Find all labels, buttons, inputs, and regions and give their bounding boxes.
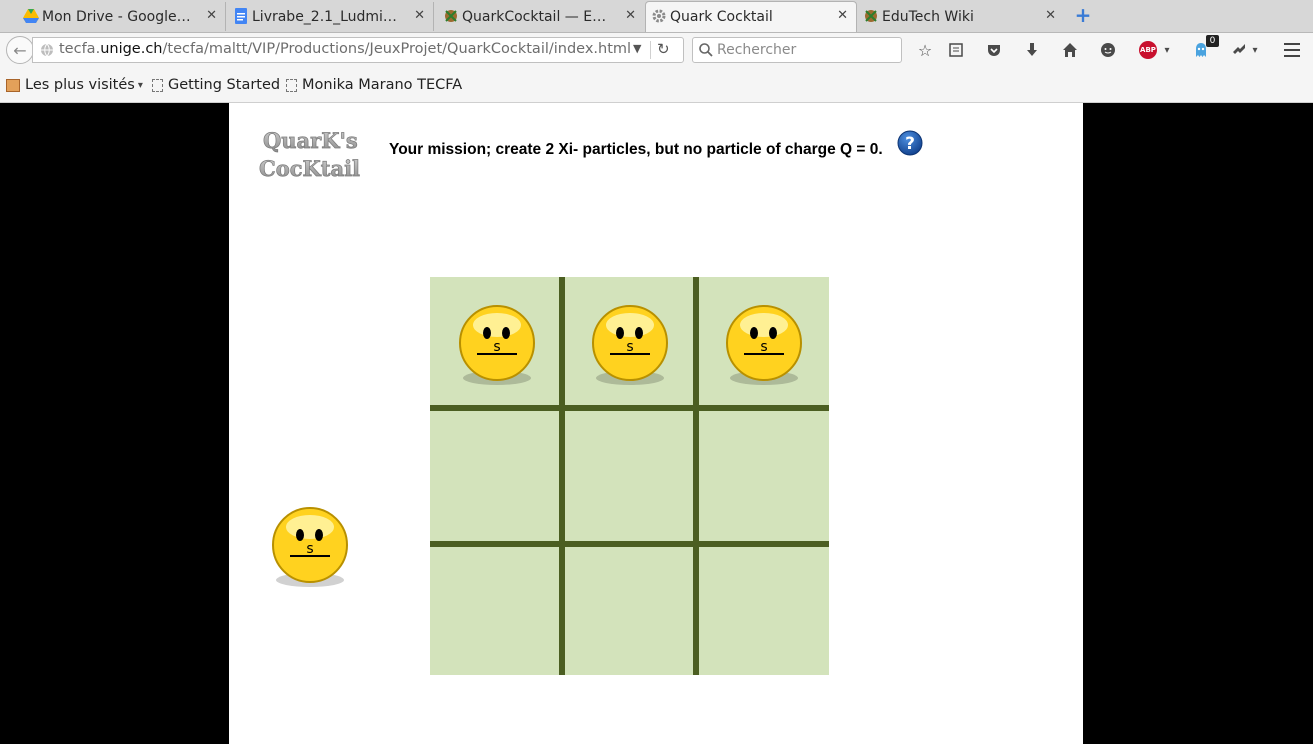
mission-text: Your mission; create 2 Xi- particles, bu… (389, 141, 883, 158)
tab-livrabe[interactable]: Livrabe_2.1_Ludmil... ✕ (228, 2, 434, 31)
bookmark-star-icon[interactable]: ☆ (915, 40, 935, 60)
help-icon[interactable]: ? (897, 130, 923, 156)
bookmark-label: Monika Marano TECFA (302, 77, 463, 93)
tab-label: Livrabe_2.1_Ludmil... (252, 8, 400, 25)
close-tab-icon[interactable]: ✕ (1045, 8, 1056, 23)
strange-quark-cell-2[interactable]: s (590, 303, 670, 387)
url-bar[interactable]: tecfa.unige.ch/tecfa/maltt/VIP/Productio… (32, 37, 684, 63)
strange-quark-smiley-icon: s (592, 305, 668, 385)
search-icon (699, 43, 713, 57)
bookmarks-toolbar: Les plus visités ▾ Getting Started Monik… (0, 69, 1313, 103)
home-icon[interactable] (1060, 40, 1080, 60)
game-board[interactable]: s s s (430, 277, 829, 675)
tab-label: QuarkCocktail — Ed... (462, 8, 612, 25)
strange-quark-cell-1[interactable]: s (457, 303, 537, 387)
quark-letter: s (760, 339, 767, 355)
adblock-plus-icon[interactable]: ABP (1138, 40, 1158, 60)
tab-label: EduTech Wiki (882, 8, 974, 25)
help-glyph: ? (905, 134, 915, 154)
strange-quark-smiley-icon: s (459, 305, 535, 385)
close-tab-icon[interactable]: ✕ (837, 8, 848, 23)
navigation-bar: ← tecfa.unige.ch/tecfa/maltt/VIP/Product… (0, 33, 1313, 69)
close-tab-icon[interactable]: ✕ (206, 8, 217, 23)
folder-icon (6, 78, 20, 92)
strange-quark-cell-3[interactable]: s (724, 303, 804, 387)
new-tab-plus-icon[interactable]: + (1074, 5, 1092, 25)
close-tab-icon[interactable]: ✕ (414, 8, 425, 23)
tab-mon-drive[interactable]: Mon Drive - Google ... ✕ (18, 2, 226, 31)
strange-quark-smiley-icon: s (726, 305, 802, 385)
reading-list-icon[interactable] (946, 40, 966, 60)
notification-count-badge: 0 (1206, 35, 1219, 47)
bookmark-monika-marano[interactable]: Monika Marano TECFA (286, 77, 462, 93)
page-icon (286, 78, 297, 92)
url-history-dropdown-icon[interactable]: ▼ (633, 42, 641, 55)
extension-dropdown-icon[interactable]: ▾ (1248, 40, 1262, 60)
tab-strip: Mon Drive - Google ... ✕ Livrabe_2.1_Lud… (0, 0, 1313, 33)
bookmark-most-visited[interactable]: Les plus visités ▾ (6, 77, 143, 93)
pocket-icon[interactable] (984, 40, 1004, 60)
tab-label: Mon Drive - Google ... (42, 8, 194, 25)
search-input[interactable] (717, 40, 897, 60)
adblock-dropdown-icon[interactable]: ▾ (1160, 40, 1174, 60)
bookmark-getting-started[interactable]: Getting Started (152, 77, 280, 93)
download-icon[interactable] (1022, 40, 1042, 60)
close-tab-icon[interactable]: ✕ (625, 8, 636, 23)
grid-line-vertical-2 (693, 277, 699, 675)
url-prefix: tecfa. (59, 41, 101, 57)
url-divider (650, 41, 651, 59)
tab-label: Quark Cocktail (670, 9, 773, 25)
quarks-cocktail-logo: QuarK's CocKtail (259, 128, 360, 181)
tab-edutech-wiki[interactable]: EduTech Wiki ✕ (858, 2, 1064, 31)
page-icon (152, 78, 163, 92)
hamburger-menu-icon[interactable] (1282, 40, 1302, 60)
strange-quark-smiley-icon: s (272, 507, 348, 587)
spare-strange-quark[interactable]: s (270, 505, 350, 589)
google-drive-icon (23, 9, 39, 23)
loading-gear-icon (652, 9, 666, 23)
tab-quarkcocktail-wiki[interactable]: QuarkCocktail — Ed... ✕ (438, 2, 644, 31)
url-path: /tecfa/maltt/VIP/Productions/JeuxProjet/… (162, 41, 632, 57)
url-text[interactable]: tecfa.unige.ch/tecfa/maltt/VIP/Productio… (59, 41, 631, 57)
url-domain: unige.ch (100, 41, 163, 57)
grid-line-horizontal-1 (430, 405, 829, 411)
globe-icon (41, 43, 53, 57)
search-box[interactable] (692, 37, 902, 63)
grid-line-horizontal-2 (430, 541, 829, 547)
arrow-left-icon: ← (13, 40, 27, 60)
bookmark-label: Les plus visités (25, 77, 135, 93)
grid-line-vertical-1 (559, 277, 565, 675)
edutech-wiki-icon (445, 10, 457, 22)
quark-letter: s (626, 339, 633, 355)
logo-line-1: QuarK's (263, 128, 358, 153)
game-page: QuarK's CocKtail Your mission; create 2 … (229, 103, 1083, 744)
tab-quark-cocktail[interactable]: Quark Cocktail ✕ (645, 1, 857, 32)
quark-letter: s (493, 339, 500, 355)
quark-letter: s (306, 541, 313, 557)
bookmark-label: Getting Started (168, 77, 281, 93)
chat-icon[interactable] (1098, 40, 1118, 60)
logo-line-2: CocKtail (259, 156, 360, 181)
back-button[interactable]: ← (6, 36, 34, 64)
google-docs-icon (235, 8, 247, 24)
reload-icon[interactable]: ↻ (657, 40, 670, 58)
extension-icon[interactable] (1229, 40, 1249, 60)
edutech-wiki-icon (865, 10, 877, 22)
chevron-down-icon: ▾ (137, 79, 143, 91)
